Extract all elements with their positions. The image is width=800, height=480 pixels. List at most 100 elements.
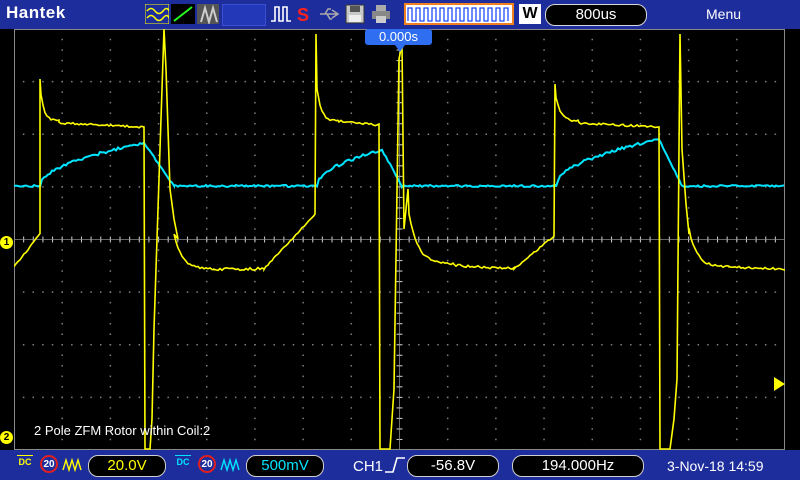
- grid-dot: [158, 365, 160, 367]
- grid-dot: [100, 134, 102, 136]
- grid-dot: [379, 81, 381, 83]
- grid-dot: [620, 291, 622, 293]
- grid-dot: [254, 134, 256, 136]
- grid-dot: [206, 207, 208, 209]
- grid-dot: [351, 81, 353, 83]
- ch2-volts-per-div[interactable]: 500mV: [246, 455, 324, 477]
- grid-dot: [495, 249, 497, 251]
- ch2-ground-marker[interactable]: 2: [0, 431, 13, 444]
- grid-dot: [139, 134, 141, 136]
- grid-dot: [505, 397, 507, 399]
- grid-dot: [447, 260, 449, 262]
- grid-dot: [428, 291, 430, 293]
- ch1-coupling[interactable]: DC: [14, 455, 36, 467]
- grid-dot: [582, 291, 584, 293]
- grid-dot: [447, 49, 449, 51]
- grid-dot: [158, 397, 160, 399]
- grid-dot: [640, 218, 642, 220]
- grid-dot: [640, 60, 642, 62]
- grid-dot: [736, 228, 738, 230]
- grid-dot: [61, 270, 63, 272]
- grid-dot: [495, 39, 497, 41]
- grid-dot: [543, 407, 545, 409]
- grid-dot: [206, 291, 208, 293]
- grid-dot: [592, 165, 594, 167]
- grid-dot: [688, 260, 690, 262]
- grid-dot: [351, 155, 353, 157]
- grid-dot: [563, 134, 565, 136]
- run-state-pulse-icon[interactable]: [270, 4, 292, 24]
- grid-dot: [592, 60, 594, 62]
- grid-dot: [688, 176, 690, 178]
- waveform-memory-preview[interactable]: [404, 3, 514, 25]
- grid-dot: [351, 249, 353, 251]
- grid-dot: [302, 91, 304, 93]
- grid-dot: [206, 249, 208, 251]
- grid-dot: [736, 323, 738, 325]
- grid-dot: [302, 344, 304, 346]
- timebase-display[interactable]: 800us: [545, 4, 647, 26]
- menu-button[interactable]: Menu: [706, 6, 741, 22]
- trigger-level[interactable]: -56.8V: [407, 455, 499, 477]
- ch1-probe-badge[interactable]: 20: [40, 455, 58, 473]
- grid-dot: [640, 323, 642, 325]
- grid-dot: [61, 112, 63, 114]
- grid-dot: [640, 281, 642, 283]
- grid-dot: [698, 344, 700, 346]
- grid-dot: [360, 81, 362, 83]
- grid-dot: [206, 386, 208, 388]
- grid-dot: [640, 344, 642, 346]
- grid-dot: [543, 39, 545, 41]
- grid-dot: [351, 386, 353, 388]
- grid-dot: [139, 291, 141, 293]
- grid-dot: [206, 123, 208, 125]
- math-wave-icon[interactable]: [145, 4, 169, 24]
- grid-dot: [447, 439, 449, 441]
- vector-display-icon[interactable]: [171, 4, 195, 24]
- grid-dot: [707, 291, 709, 293]
- grid-dot: [254, 60, 256, 62]
- ch2-coupling[interactable]: DC: [172, 455, 194, 467]
- grid-dot: [61, 81, 63, 83]
- grid-dot: [254, 228, 256, 230]
- grid-dot: [543, 81, 545, 83]
- grid-dot: [148, 291, 150, 293]
- grid-dot: [206, 397, 208, 399]
- grid-dot: [119, 397, 121, 399]
- grid-dot: [110, 70, 112, 72]
- trigger-time-position[interactable]: 0.000s: [365, 29, 432, 45]
- grid-dot: [302, 418, 304, 420]
- grid-dot: [418, 81, 420, 83]
- grid-dot: [273, 397, 275, 399]
- grid-dot: [167, 186, 169, 188]
- grid-dot: [688, 312, 690, 314]
- ch1-ground-marker[interactable]: 1: [0, 236, 13, 249]
- save-disk-icon[interactable]: [345, 4, 365, 24]
- grid-dot: [158, 333, 160, 335]
- grid-dot: [100, 81, 102, 83]
- rising-edge-icon[interactable]: [383, 455, 407, 475]
- grid-dot: [322, 344, 324, 346]
- grid-dot: [592, 144, 594, 146]
- grid-dot: [110, 407, 112, 409]
- grid-dot: [514, 291, 516, 293]
- grid-dot: [688, 39, 690, 41]
- grid-dot: [351, 70, 353, 72]
- grid-dot: [736, 365, 738, 367]
- grid-dot: [100, 291, 102, 293]
- persistence-icon[interactable]: [197, 4, 219, 24]
- grid-dot: [736, 91, 738, 93]
- ch1-volts-per-div[interactable]: 20.0V: [88, 455, 166, 477]
- grid-dot: [649, 397, 651, 399]
- waveform-mode-indicator: W: [519, 4, 541, 24]
- grid-dot: [351, 428, 353, 430]
- grid-dot: [640, 197, 642, 199]
- trigger-source[interactable]: CH1: [353, 458, 383, 475]
- grid-dot: [61, 376, 63, 378]
- grid-dot: [23, 397, 25, 399]
- printer-icon[interactable]: [371, 4, 391, 24]
- stop-status-icon: S: [295, 4, 313, 24]
- grid-dot: [90, 186, 92, 188]
- grid-dot: [61, 228, 63, 230]
- ch2-probe-badge[interactable]: 20: [198, 455, 216, 473]
